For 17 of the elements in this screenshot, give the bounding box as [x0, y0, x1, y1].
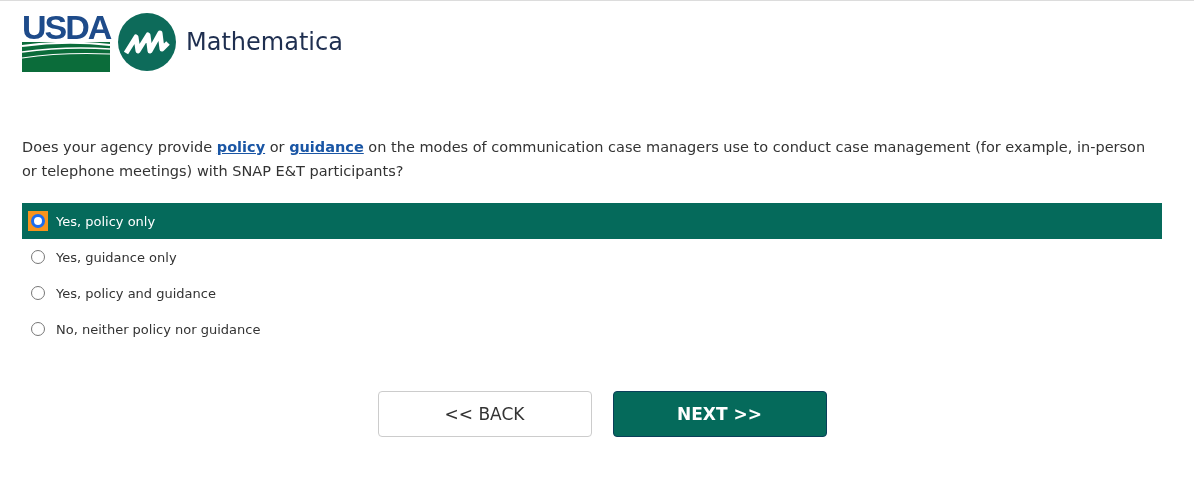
next-button[interactable]: NEXT >> — [612, 391, 827, 437]
radio-button[interactable] — [31, 250, 45, 264]
logo-text: USDA — [22, 12, 110, 42]
back-button[interactable]: << BACK — [377, 391, 592, 437]
term-link[interactable]: guidance — [289, 139, 364, 155]
logo-text: Mathematica — [186, 28, 343, 56]
answer-option[interactable]: No, neither policy nor guidance — [22, 311, 1162, 347]
radio-button[interactable] — [31, 286, 45, 300]
question-text: Does your agency provide policy or guidance on the modes of communication case managers use to conduct case management (for example, in-person or telephone meetings) with SNAP E&T participants? — [22, 138, 1147, 181]
radio-button[interactable] — [31, 214, 45, 228]
answer-option[interactable]: Yes, policy and guidance — [22, 275, 1162, 311]
field-icon — [22, 42, 110, 72]
term-link[interactable]: policy — [216, 139, 266, 155]
wave-icon — [118, 13, 176, 71]
answer-option[interactable]: Yes, policy only — [22, 203, 1162, 239]
answer-option[interactable]: Yes, guidance only — [22, 239, 1162, 275]
radio-button[interactable] — [31, 322, 45, 336]
